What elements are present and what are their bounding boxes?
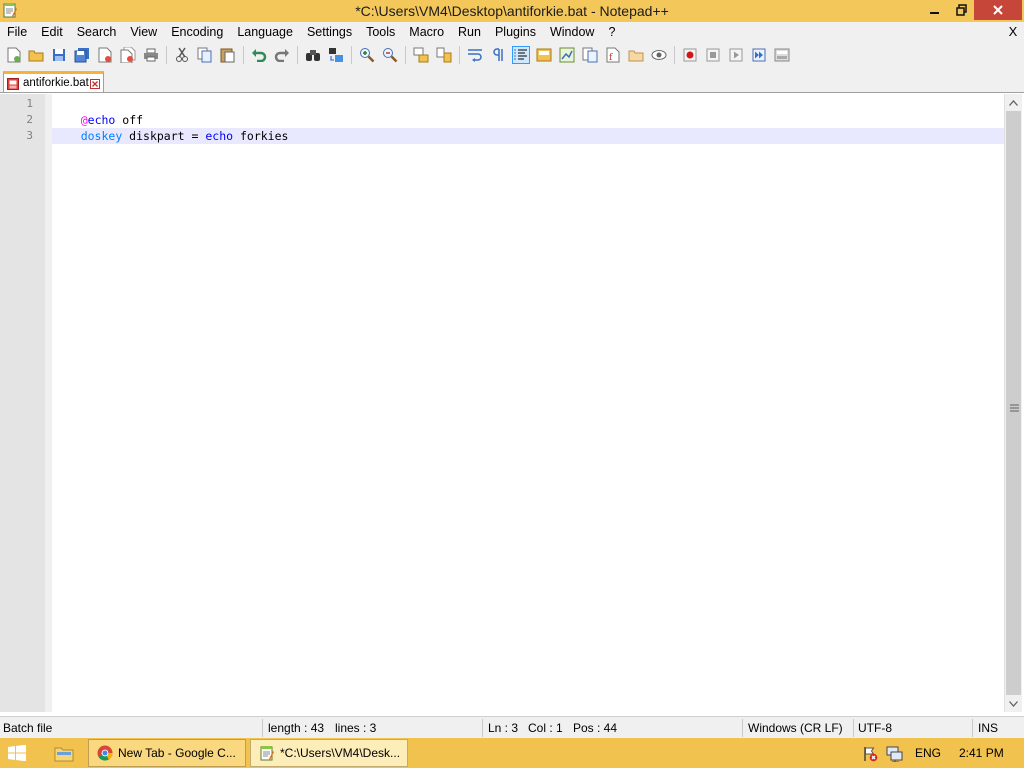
new-file-icon[interactable]	[5, 46, 23, 64]
scroll-down-icon[interactable]	[1005, 695, 1022, 712]
status-language: Batch file	[3, 721, 53, 735]
indent-guide-icon[interactable]	[512, 46, 530, 64]
status-insert-mode: INS	[978, 721, 999, 735]
menu-file[interactable]: File	[0, 22, 34, 42]
taskbar-item-label: New Tab - Google C...	[118, 746, 236, 760]
menu-language[interactable]: Language	[230, 22, 300, 42]
menu-run[interactable]: Run	[451, 22, 488, 42]
windows-start-icon[interactable]	[8, 744, 26, 762]
line-number: 3	[26, 129, 33, 142]
status-bar: Batch file length : 43 lines : 3 Ln : 3 …	[0, 716, 1024, 739]
menu-settings[interactable]: Settings	[300, 22, 359, 42]
menu-plugins[interactable]: Plugins	[488, 22, 543, 42]
line-number: 2	[26, 113, 33, 126]
line-number: 1	[26, 97, 33, 110]
action-center-flag-icon[interactable]	[862, 746, 878, 762]
close-icon	[993, 5, 1003, 15]
unsaved-file-icon	[7, 78, 19, 90]
sync-horizontal-icon[interactable]	[435, 46, 453, 64]
fold-margin[interactable]	[45, 94, 52, 712]
window-title: *C:\Users\VM4\Desktop\antiforkie.bat - N…	[355, 3, 669, 19]
zoom-in-icon[interactable]	[358, 46, 376, 64]
taskbar-chrome-button[interactable]: New Tab - Google C...	[88, 739, 246, 767]
folder-as-workspace-icon[interactable]: f	[604, 46, 622, 64]
menu-edit[interactable]: Edit	[34, 22, 70, 42]
restore-icon	[956, 4, 967, 16]
status-encoding: UTF-8	[858, 721, 892, 735]
status-length: length : 43	[268, 721, 325, 735]
restore-button[interactable]	[947, 0, 977, 20]
menu-help[interactable]: ?	[601, 22, 622, 42]
show-all-chars-icon[interactable]	[489, 46, 507, 64]
stop-record-icon[interactable]	[704, 46, 722, 64]
menu-tools[interactable]: Tools	[359, 22, 402, 42]
redo-icon[interactable]	[273, 46, 291, 64]
close-icon[interactable]	[96, 46, 114, 64]
status-ln: Ln : 3	[488, 721, 519, 735]
vertical-scrollbar[interactable]	[1004, 94, 1022, 712]
status-eol: Windows (CR LF)	[748, 721, 843, 735]
function-list-icon[interactable]	[581, 46, 599, 64]
user-defined-lang-icon[interactable]	[535, 46, 553, 64]
close-window-button[interactable]	[974, 0, 1022, 20]
menu-bar: File Edit Search View Encoding Language …	[0, 22, 1024, 42]
menu-encoding[interactable]: Encoding	[164, 22, 230, 42]
taskbar-notepad-button[interactable]: *C:\Users\VM4\Desk...	[250, 739, 408, 767]
scroll-up-icon[interactable]	[1005, 94, 1022, 111]
close-all-icon[interactable]	[119, 46, 137, 64]
run-macro-multiple-icon[interactable]	[750, 46, 768, 64]
word-wrap-icon[interactable]	[466, 46, 484, 64]
notepad-plus-plus-icon	[259, 745, 275, 761]
tab-bar	[0, 68, 1024, 93]
sync-vertical-icon[interactable]	[412, 46, 430, 64]
folder-workspace-icon[interactable]	[627, 46, 645, 64]
find-icon[interactable]	[304, 46, 322, 64]
doc-map-icon[interactable]	[558, 46, 576, 64]
scrollbar-thumb[interactable]	[1006, 111, 1021, 695]
status-lines: lines : 3	[335, 721, 377, 735]
code-line-2[interactable]: doskey diskpart = echo forkies	[53, 112, 289, 143]
save-all-icon[interactable]	[73, 46, 91, 64]
code-line-3[interactable]	[53, 128, 953, 144]
menu-macro[interactable]: Macro	[402, 22, 451, 42]
print-icon[interactable]	[142, 46, 160, 64]
play-macro-icon[interactable]	[727, 46, 745, 64]
tab-antiforkie-bat[interactable]: antiforkie.bat	[3, 71, 104, 92]
tab-close-icon[interactable]	[90, 78, 100, 89]
record-macro-icon[interactable]	[681, 46, 699, 64]
menu-view[interactable]: View	[123, 22, 164, 42]
toolbar: f	[0, 42, 1024, 68]
save-macro-icon[interactable]	[773, 46, 791, 64]
menu-search[interactable]: Search	[70, 22, 124, 42]
save-icon[interactable]	[50, 46, 68, 64]
code-line-1[interactable]: @echo off	[53, 96, 143, 127]
open-file-icon[interactable]	[27, 46, 45, 64]
monitoring-icon[interactable]	[650, 46, 668, 64]
minimize-icon	[930, 12, 939, 14]
editor-area[interactable]: 1 2 3 @echo off doskey diskpart = echo f…	[0, 94, 1004, 712]
copy-icon[interactable]	[196, 46, 214, 64]
file-explorer-icon[interactable]	[54, 744, 74, 762]
cut-icon[interactable]	[173, 46, 191, 64]
zoom-out-icon[interactable]	[381, 46, 399, 64]
network-icon[interactable]	[886, 746, 904, 763]
taskbar: New Tab - Google C... *C:\Users\VM4\Desk…	[0, 738, 1024, 768]
chrome-icon	[97, 745, 113, 761]
title-bar[interactable]: *C:\Users\VM4\Desktop\antiforkie.bat - N…	[0, 0, 1024, 22]
taskbar-item-label: *C:\Users\VM4\Desk...	[280, 746, 401, 760]
undo-icon[interactable]	[250, 46, 268, 64]
menu-window[interactable]: Window	[543, 22, 601, 42]
tab-label: antiforkie.bat	[23, 77, 89, 89]
line-number-gutter: 1 2 3	[0, 94, 45, 712]
paste-icon[interactable]	[219, 46, 237, 64]
status-col: Col : 1	[528, 721, 563, 735]
close-document-button[interactable]: X	[1006, 22, 1020, 42]
input-language[interactable]: ENG	[915, 746, 941, 760]
minimize-button[interactable]	[920, 0, 950, 20]
status-pos: Pos : 44	[573, 721, 618, 735]
replace-icon[interactable]	[327, 46, 345, 64]
scroll-grip-icon	[1010, 401, 1019, 412]
system-clock[interactable]: 2:41 PM	[959, 746, 1004, 760]
